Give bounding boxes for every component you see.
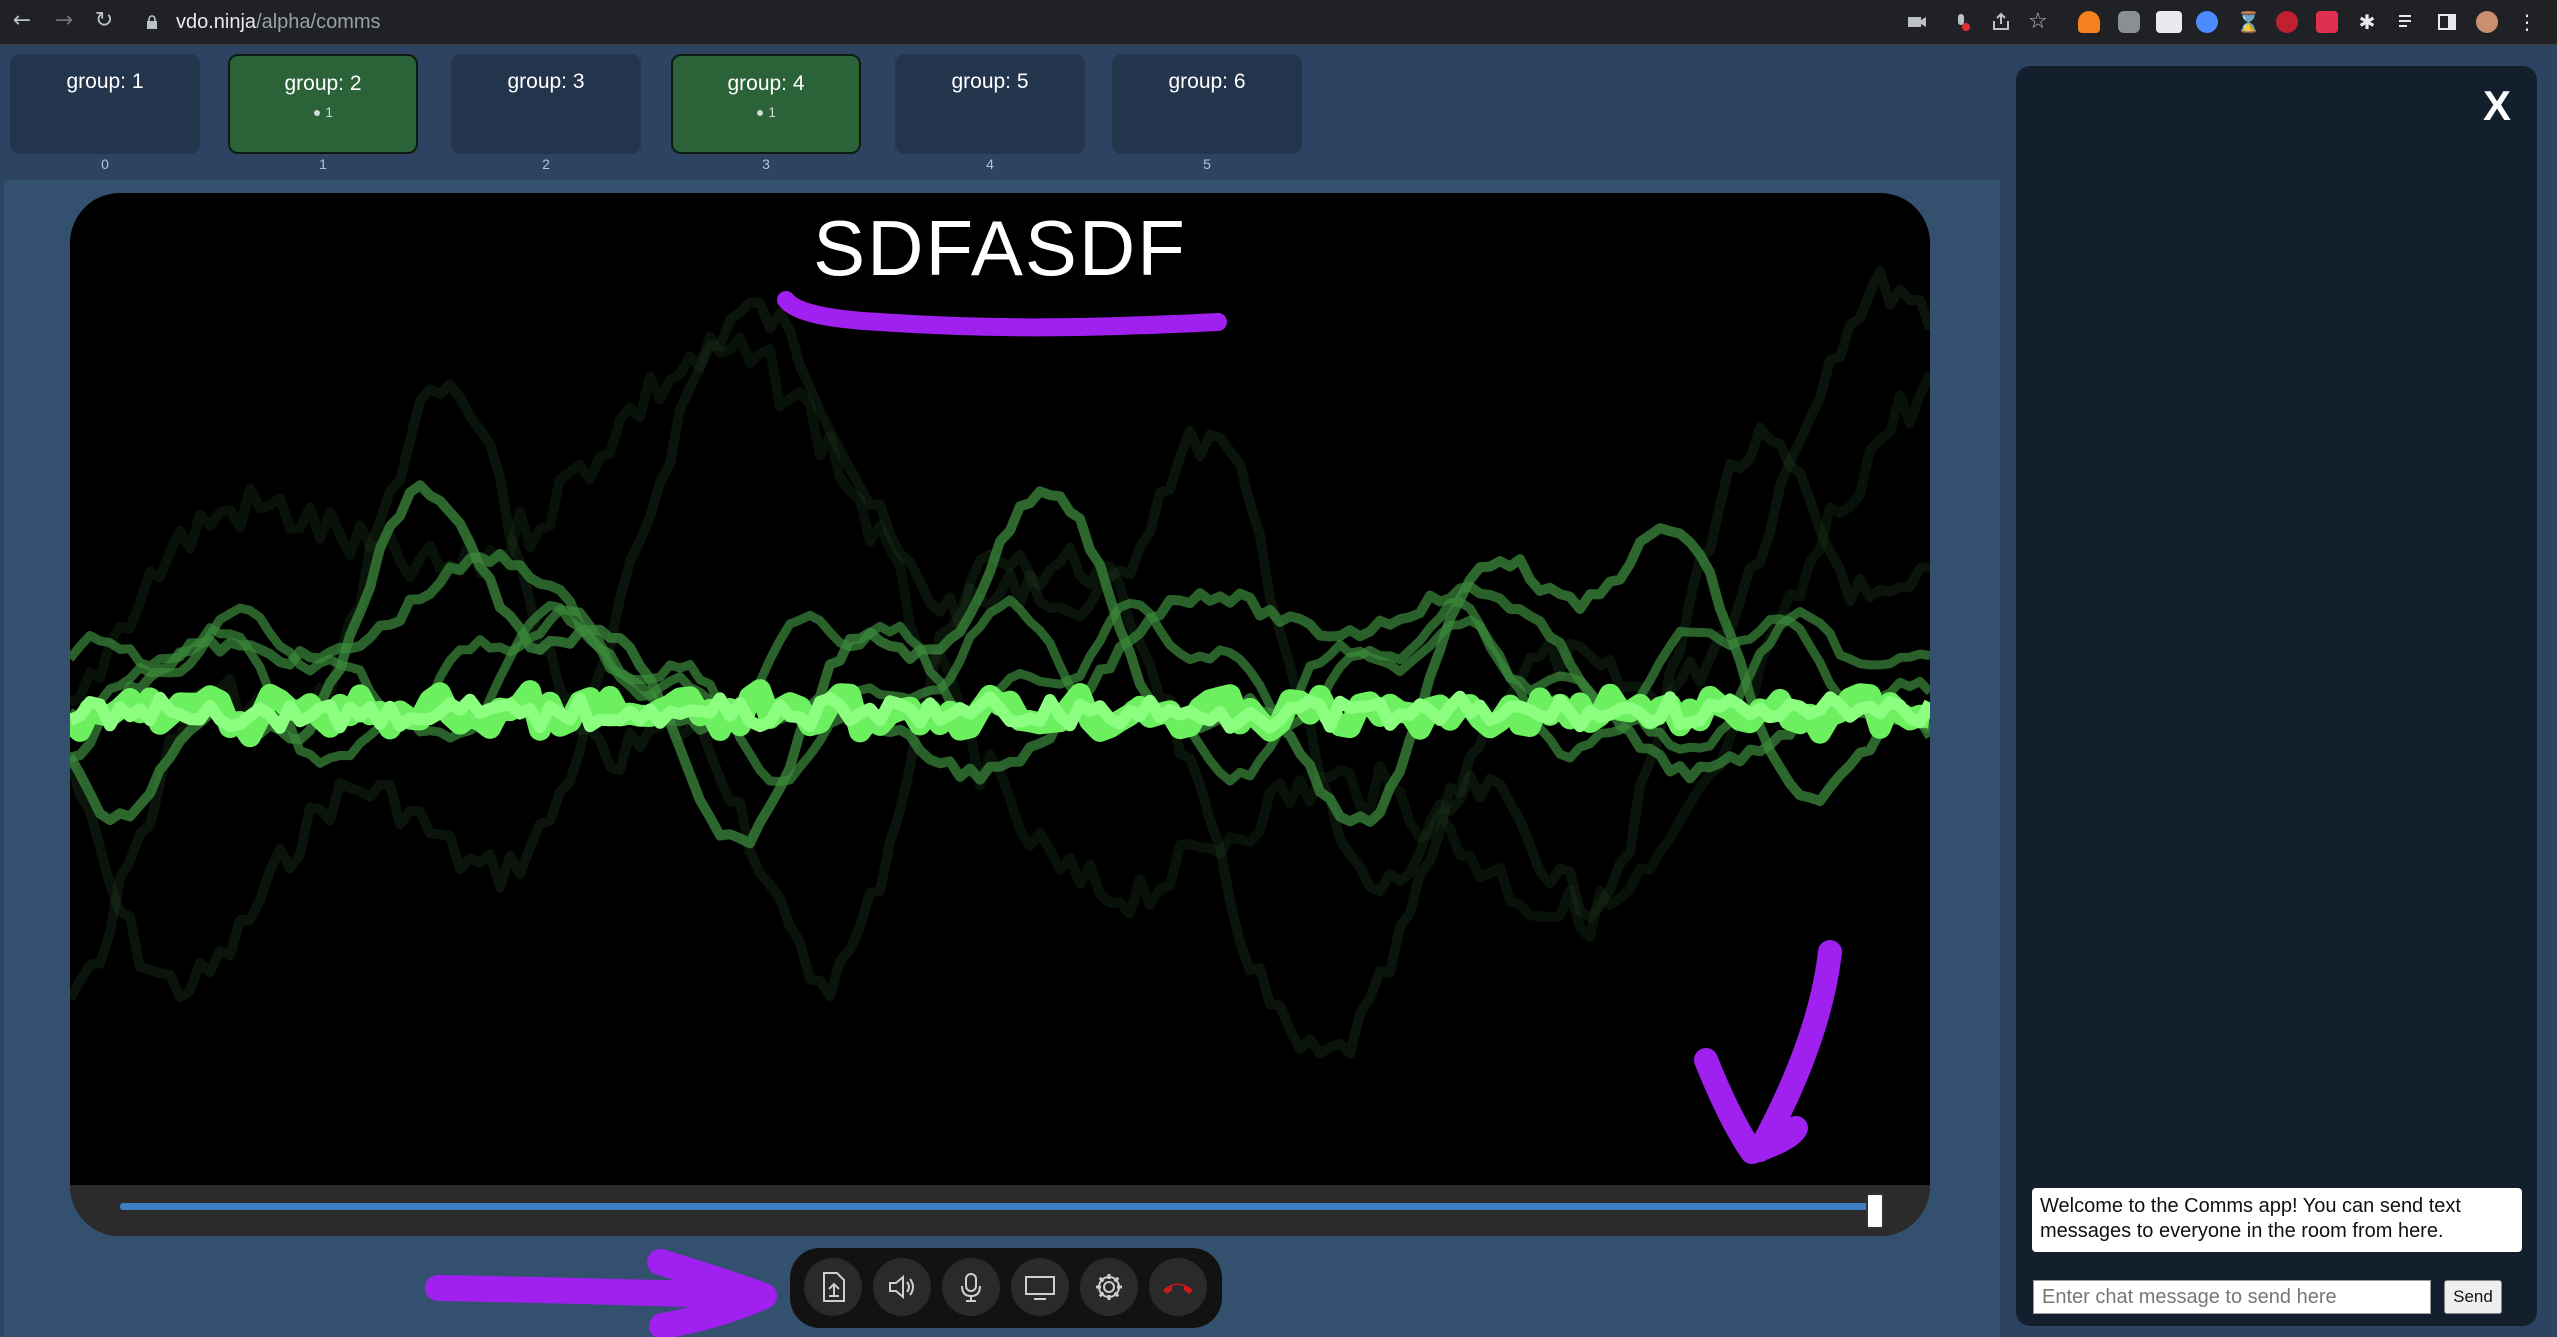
share-icon[interactable] <box>1990 11 2012 33</box>
group-tab-6[interactable]: group: 6 <box>1112 54 1302 154</box>
chat-message-input[interactable] <box>2033 1280 2431 1314</box>
bookmark-star-icon[interactable]: ☆ <box>2028 11 2050 33</box>
group-label: group: 1 <box>66 70 144 93</box>
group-tab-3[interactable]: group: 3 <box>451 54 641 154</box>
kebab-menu-icon[interactable]: ⋮ <box>2516 11 2538 33</box>
screen-share-icon <box>1025 1276 1055 1300</box>
playlist-icon[interactable] <box>2396 11 2418 33</box>
settings-gear-icon <box>1096 1274 1122 1300</box>
screen-share-button[interactable] <box>1011 1258 1069 1316</box>
gift-extension-icon[interactable] <box>2316 11 2338 33</box>
lock-icon <box>147 15 157 29</box>
forward-arrow-icon[interactable]: → <box>52 9 76 33</box>
group-label: group: 4 <box>727 72 805 95</box>
group-label: group: 5 <box>951 70 1029 93</box>
url-text: vdo.ninja/alpha/comms <box>176 11 381 33</box>
chat-panel: X Welcome to the Comms app! You can send… <box>2016 66 2537 1326</box>
cloud-extension-icon[interactable] <box>2078 11 2100 33</box>
person-icon: ● <box>755 104 765 120</box>
group-label: group: 2 <box>284 72 362 95</box>
group-index: 0 <box>101 156 109 172</box>
hangup-icon <box>1163 1283 1193 1294</box>
file-share-icon <box>823 1272 845 1302</box>
group-index: 3 <box>762 156 770 172</box>
stream-title: SDFASDF <box>813 204 1187 292</box>
address-bar[interactable]: vdo.ninja/alpha/comms <box>134 6 1994 38</box>
reload-icon[interactable]: ↻ <box>92 9 116 33</box>
audio-visualizer: SDFASDF <box>70 193 1930 1236</box>
group-index: 1 <box>319 156 327 172</box>
microphone-button[interactable] <box>942 1258 1000 1316</box>
volume-slider-track[interactable] <box>120 1203 1875 1210</box>
group-tab-5[interactable]: group: 5 <box>895 54 1085 154</box>
chat-welcome-message: Welcome to the Comms app! You can send t… <box>2032 1188 2522 1252</box>
member-count: ● 1 <box>312 104 334 120</box>
waveform-visualizer <box>70 266 1930 1059</box>
toggle-extension-icon[interactable] <box>2276 11 2298 33</box>
control-bar <box>790 1248 1222 1328</box>
settings-button[interactable] <box>1080 1258 1138 1316</box>
group-tab-4[interactable]: group: 4 ● 1 <box>671 54 861 154</box>
circle-extension-icon[interactable] <box>2196 11 2218 33</box>
member-count: ● 1 <box>755 104 777 120</box>
microphone-icon <box>961 1273 981 1302</box>
volume-slider-bar <box>70 1185 1930 1236</box>
group-tab-1[interactable]: group: 1 <box>10 54 200 154</box>
back-arrow-icon[interactable]: ← <box>10 9 34 33</box>
dots-extension-icon[interactable] <box>2156 11 2182 33</box>
sidebar-icon[interactable] <box>2436 11 2458 33</box>
person-icon: ● <box>312 104 322 120</box>
hourglass-extension-icon[interactable]: ⌛ <box>2236 11 2261 33</box>
camera-icon[interactable] <box>1906 11 1928 33</box>
group-tabs: group: 1 0 group: 2 ● 1 1 group: 3 2 gro… <box>0 46 1310 176</box>
group-label: group: 6 <box>1168 70 1246 93</box>
volume-slider-thumb[interactable] <box>1866 1193 1884 1229</box>
group-index: 2 <box>542 156 550 172</box>
puzzle-extensions-icon[interactable]: ✱ <box>2356 11 2378 33</box>
shield-extension-icon[interactable] <box>2118 11 2140 33</box>
speaker-icon <box>889 1274 914 1300</box>
waveform-line <box>70 266 1930 1059</box>
group-label: group: 3 <box>507 70 585 93</box>
hangup-button[interactable] <box>1149 1258 1207 1316</box>
send-button[interactable]: Send <box>2444 1280 2502 1314</box>
blocked-mic-icon[interactable] <box>1950 11 1972 33</box>
file-share-button[interactable] <box>804 1258 862 1316</box>
group-tab-2[interactable]: group: 2 ● 1 <box>228 54 418 154</box>
group-index: 4 <box>986 156 994 172</box>
profile-avatar[interactable] <box>2476 11 2498 33</box>
group-index: 5 <box>1203 156 1211 172</box>
close-chat-button[interactable]: X <box>2475 84 2519 128</box>
speaker-button[interactable] <box>873 1258 931 1316</box>
browser-toolbar: ← → ↻ vdo.ninja/alpha/comms ☆ ⌛ ✱ ⋮ <box>0 0 2557 45</box>
